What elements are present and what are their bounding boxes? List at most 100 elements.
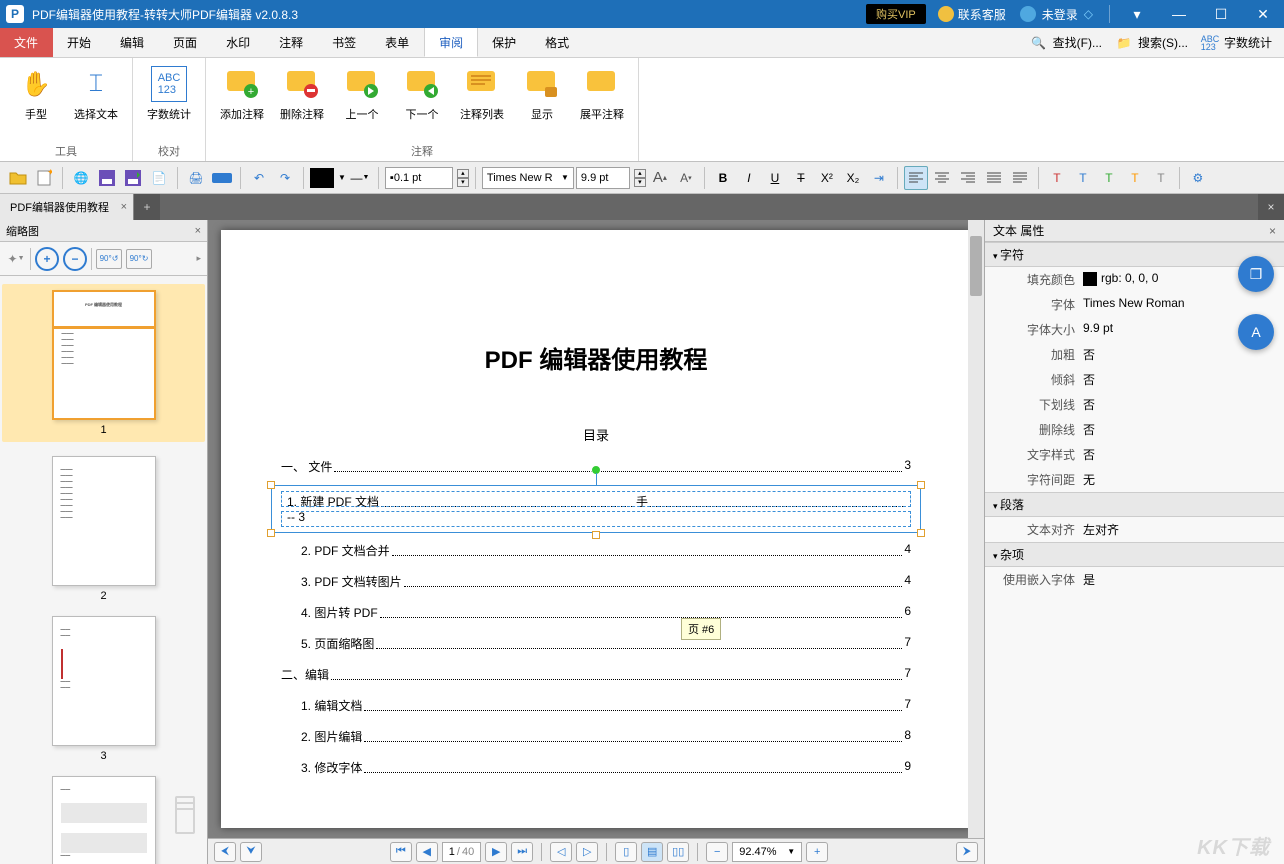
align-center-button[interactable] [930, 166, 954, 190]
tab-page[interactable]: 页面 [159, 28, 212, 57]
single-page-button[interactable]: ▯ [615, 842, 637, 862]
underline-color-button[interactable]: T [1071, 166, 1095, 190]
thumbnail-3[interactable]: ━━━━━━━━━━━━━━━━ 3 [8, 616, 199, 762]
print-button[interactable]: 🖨 [184, 166, 208, 190]
minimize-button[interactable]: — [1158, 0, 1200, 28]
next-note-button[interactable]: 下一个 [394, 62, 450, 143]
nav-back-button[interactable]: ◁ [550, 842, 572, 862]
collapse-right-button[interactable]: ⮞ [956, 842, 978, 862]
search-button[interactable]: 📁搜索(S)... [1110, 32, 1192, 54]
props-section-char[interactable]: 字符 [985, 242, 1284, 267]
thumbnail-1[interactable]: PDF 编辑器使用教程━━━━━━━━━━━━━━━━━━━━━━━━━━━━━… [2, 284, 205, 442]
add-tab-button[interactable]: + [134, 194, 160, 220]
prev-page-button[interactable]: ◀ [416, 842, 438, 862]
document-tab[interactable]: PDF编辑器使用教程× [0, 194, 134, 220]
document-page[interactable]: PDF 编辑器使用教程 目录 一、 文件3 1. 新建 P [221, 230, 971, 828]
login-button[interactable]: 未登录 ◇ [1020, 6, 1093, 23]
align-right-button[interactable] [956, 166, 980, 190]
export-button[interactable]: 📄 [147, 166, 171, 190]
font-combo[interactable]: Times New R ▼ [482, 167, 574, 189]
close-thumbs-button[interactable]: × [195, 225, 201, 237]
strike-color-button[interactable]: T [1097, 166, 1121, 190]
thumbnail-2[interactable]: ━━━━━━━━━━━━━━━━━━━━━━━━━━━━━━━━━━━━━━━━… [8, 456, 199, 602]
fontsize-combo[interactable]: 9.9 pt [576, 167, 630, 189]
close-window-button[interactable]: ✕ [1242, 0, 1284, 28]
color-swatch[interactable] [310, 168, 334, 188]
continuous-button[interactable]: ▤ [641, 842, 663, 862]
tab-protect[interactable]: 保护 [478, 28, 531, 57]
dropdown-button[interactable]: ▾ [1116, 0, 1158, 28]
tab-watermark[interactable]: 水印 [212, 28, 265, 57]
hand-tool-button[interactable]: ✋手型 [8, 62, 64, 143]
note-list-button[interactable]: 注释列表 [454, 62, 510, 143]
zoom-field[interactable]: 92.47%▼ [732, 842, 802, 862]
tab-annotation[interactable]: 注释 [265, 28, 318, 57]
show-notes-button[interactable]: 显示 [514, 62, 570, 143]
settings-gear-button[interactable]: ⚙ [1186, 166, 1210, 190]
next-page-button[interactable]: ▶ [485, 842, 507, 862]
delete-note-button[interactable]: 删除注释 [274, 62, 330, 143]
props-section-misc[interactable]: 杂项 [985, 542, 1284, 567]
wordcount-big-button[interactable]: ABC123字数统计 [141, 62, 197, 143]
undo-button[interactable]: ↶ [247, 166, 271, 190]
line-width-combo[interactable]: ▪ 0.1 pt [385, 167, 453, 189]
thumb-options-button[interactable]: ✦▼ [6, 249, 26, 269]
page-field[interactable]: 1/40 [442, 842, 481, 862]
thumb-zoom-in-button[interactable]: + [35, 247, 59, 271]
tab-start[interactable]: 开始 [53, 28, 106, 57]
tab-format[interactable]: 格式 [531, 28, 584, 57]
thumb-zoom-out-button[interactable]: − [63, 247, 87, 271]
tab-review[interactable]: 审阅 [424, 28, 478, 57]
thumb-rotate-right-button[interactable]: 90°↻ [126, 249, 152, 269]
redo-button[interactable]: ↷ [273, 166, 297, 190]
add-note-button[interactable]: +添加注释 [214, 62, 270, 143]
tab-bookmark[interactable]: 书签 [318, 28, 371, 57]
align-dist-button[interactable] [1008, 166, 1032, 190]
tab-form[interactable]: 表单 [371, 28, 424, 57]
scan-button[interactable] [210, 166, 234, 190]
float-help-button[interactable]: ❐ [1238, 256, 1274, 292]
web-button[interactable]: 🌐 [69, 166, 93, 190]
buy-vip-button[interactable]: 购买VIP [866, 4, 926, 24]
vertical-scrollbar[interactable] [968, 220, 984, 838]
thumbnail-list[interactable]: PDF 编辑器使用教程━━━━━━━━━━━━━━━━━━━━━━━━━━━━━… [0, 276, 207, 864]
open-button[interactable] [6, 166, 30, 190]
italic-button[interactable]: I [737, 166, 761, 190]
underline-button[interactable]: U [763, 166, 787, 190]
squiggly-button[interactable]: T [1123, 166, 1147, 190]
prev-note-button[interactable]: 上一个 [334, 62, 390, 143]
save-button[interactable] [95, 166, 119, 190]
select-text-button[interactable]: ⌶选择文本 [68, 62, 124, 143]
saveas-button[interactable] [121, 166, 145, 190]
close-tab-button[interactable]: × [121, 201, 127, 213]
collapse-down-button[interactable]: ⮟ [240, 842, 262, 862]
nav-fwd-button[interactable]: ▷ [576, 842, 598, 862]
facing-button[interactable]: ▯▯ [667, 842, 689, 862]
close-props-button[interactable]: × [1269, 224, 1276, 238]
new-button[interactable]: ✦ [32, 166, 56, 190]
document-canvas[interactable]: PDF 编辑器使用教程 目录 一、 文件3 1. 新建 P [208, 220, 984, 838]
props-section-para[interactable]: 段落 [985, 492, 1284, 517]
tab-edit[interactable]: 编辑 [106, 28, 159, 57]
close-all-button[interactable]: × [1258, 194, 1284, 220]
thumbnail-4[interactable]: ━━━━━━━━ 4 [8, 776, 199, 864]
increase-font-button[interactable]: A▴ [648, 166, 672, 190]
contact-support-button[interactable]: 联系客服 [938, 6, 1006, 23]
align-left-button[interactable] [904, 166, 928, 190]
line-style-button[interactable]: —▼ [348, 166, 372, 190]
decrease-font-button[interactable]: A▾ [674, 166, 698, 190]
maximize-button[interactable]: ☐ [1200, 0, 1242, 28]
flatten-notes-button[interactable]: 展平注释 [574, 62, 630, 143]
first-page-button[interactable]: ⏮ [390, 842, 412, 862]
last-page-button[interactable]: ⏭ [511, 842, 533, 862]
caret-button[interactable]: T [1149, 166, 1173, 190]
bold-button[interactable]: B [711, 166, 735, 190]
collapse-left-button[interactable]: ⮜ [214, 842, 236, 862]
find-button[interactable]: 🔍查找(F)... [1025, 32, 1106, 54]
float-lang-button[interactable]: A [1238, 314, 1274, 350]
superscript-button[interactable]: X² [815, 166, 839, 190]
highlight-button[interactable]: T [1045, 166, 1069, 190]
tab-file[interactable]: 文件 [0, 28, 53, 57]
zoom-in-button[interactable]: + [806, 842, 828, 862]
subscript-button[interactable]: X₂ [841, 166, 865, 190]
